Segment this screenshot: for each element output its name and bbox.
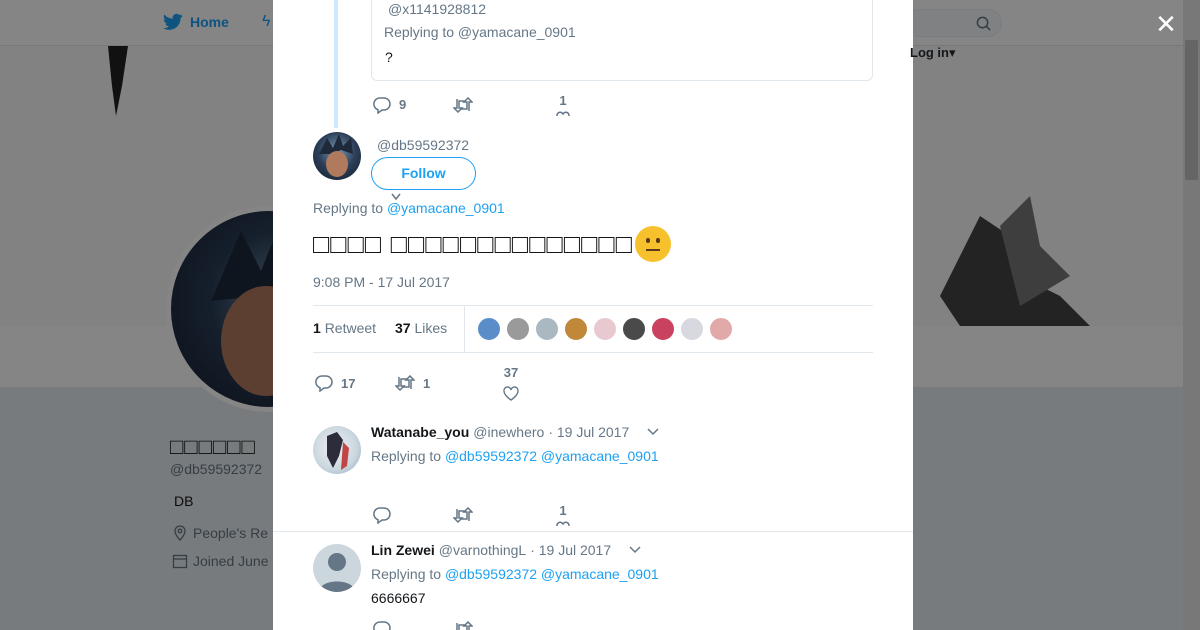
like-count: 1 xyxy=(559,503,567,518)
liker-avatars xyxy=(477,317,733,341)
retweet-button[interactable] xyxy=(453,96,556,113)
avatar-artwork xyxy=(319,134,353,177)
replying-to-link[interactable]: @yamacane_0901 xyxy=(387,200,505,216)
reply-replying-to: Replying to @db59592372 @yamacane_0901 xyxy=(371,566,659,582)
reply-button[interactable]: 9 xyxy=(373,96,453,114)
retweet-count: 1 xyxy=(423,375,431,391)
reply-author-handle[interactable]: @inewhero xyxy=(473,424,544,440)
neutral-face-emoji-icon xyxy=(635,226,672,262)
reply-button[interactable]: 17 xyxy=(315,374,395,392)
liker-avatar[interactable] xyxy=(535,317,559,341)
tweet-timestamp[interactable]: 9:08 PM - 17 Jul 2017 xyxy=(313,274,450,290)
reply-author-handle[interactable]: @varnothingL xyxy=(439,542,526,558)
retweet-stat[interactable]: 1 Retweet xyxy=(313,320,376,336)
follow-button[interactable]: Follow xyxy=(371,157,476,190)
reply-date[interactable]: · 19 Jul 2017 xyxy=(548,424,629,440)
parent-tweet-handle[interactable]: @x1141928812 xyxy=(388,1,486,17)
reply-button[interactable] xyxy=(373,506,453,524)
like-button[interactable]: 1 xyxy=(556,503,570,526)
retweet-icon xyxy=(456,621,473,630)
retweets-label: Retweet xyxy=(324,320,377,336)
retweets-count: 1 xyxy=(313,320,321,336)
avatar-artwork xyxy=(327,432,349,470)
parent-tweet-text: ? xyxy=(385,49,393,65)
tweet-author-avatar[interactable] xyxy=(313,132,361,180)
reply-avatar[interactable] xyxy=(313,544,361,592)
liker-avatar[interactable] xyxy=(680,317,704,341)
reply-avatar[interactable] xyxy=(313,426,361,474)
reply-header: Lin Zewei @varnothingL · 19 Jul 2017 xyxy=(371,542,641,558)
reply-icon xyxy=(373,621,391,630)
retweet-icon xyxy=(453,96,473,113)
login-label: Log in xyxy=(910,45,949,60)
tweet-text-content: □□□□ □□□□□□□□□□□□□□ xyxy=(313,228,634,259)
parent-tweet-card[interactable]: @x1141928812 Replying to @yamacane_0901 … xyxy=(371,0,873,81)
reply-text: 6666667 xyxy=(371,590,426,606)
thread-line xyxy=(334,0,338,128)
heart-icon xyxy=(503,386,519,401)
liker-avatar[interactable] xyxy=(506,317,530,341)
tweet-actions: 17 1 37 xyxy=(315,365,519,401)
retweet-icon xyxy=(453,506,473,523)
like-button[interactable]: 1 xyxy=(556,93,570,116)
heart-icon xyxy=(556,111,570,116)
reply-icon xyxy=(373,506,391,524)
tweet-author-handle[interactable]: @db59592372 xyxy=(377,137,469,153)
likes-stat[interactable]: 37 Likes xyxy=(395,320,447,336)
replying-to-link[interactable]: @db59592372 @yamacane_0901 xyxy=(445,566,659,582)
reply-header: Watanabe_you @inewhero · 19 Jul 2017 xyxy=(371,424,659,440)
liker-avatar[interactable] xyxy=(477,317,501,341)
liker-avatar[interactable] xyxy=(651,317,675,341)
reply-actions xyxy=(373,620,556,630)
like-count: 1 xyxy=(559,93,567,108)
liker-avatar[interactable] xyxy=(622,317,646,341)
replying-prefix: Replying to xyxy=(371,566,442,582)
like-button[interactable]: 37 xyxy=(503,365,519,401)
reply-count: 9 xyxy=(399,97,407,112)
reply-author-name[interactable]: Watanabe_you xyxy=(371,424,469,440)
liker-avatar[interactable] xyxy=(564,317,588,341)
chevron-down-icon[interactable] xyxy=(647,428,659,436)
reply-actions: 1 xyxy=(373,503,570,526)
reply-divider xyxy=(273,531,913,532)
retweet-icon xyxy=(395,375,415,391)
tweet-stats: 1 Retweet 37 Likes xyxy=(313,305,873,353)
reply-button[interactable] xyxy=(373,620,453,630)
tweet-text: □□□□ □□□□□□□□□□□□□□ xyxy=(313,226,672,262)
heart-icon xyxy=(556,521,570,526)
liker-avatar[interactable] xyxy=(709,317,733,341)
likes-label: Likes xyxy=(414,320,448,336)
tweet-replying-to: Replying to @yamacane_0901 xyxy=(313,200,505,216)
reply-replying-to: Replying to @db59592372 @yamacane_0901 xyxy=(371,448,659,464)
like-count: 37 xyxy=(503,365,519,380)
login-dropdown[interactable]: Log in▾ xyxy=(910,45,956,61)
tweet-modal: @x1141928812 Replying to @yamacane_0901 … xyxy=(273,0,913,630)
replying-prefix: Replying to xyxy=(371,448,442,464)
default-avatar-icon xyxy=(319,553,355,592)
reply-icon xyxy=(373,96,391,114)
chevron-down-icon[interactable] xyxy=(629,546,641,554)
close-button[interactable]: ✕ xyxy=(1152,10,1180,38)
reply-author-name[interactable]: Lin Zewei xyxy=(371,542,435,558)
liker-avatar[interactable] xyxy=(593,317,617,341)
retweet-button[interactable]: 1 xyxy=(395,375,503,391)
retweet-button[interactable] xyxy=(453,506,556,523)
parent-tweet-replying: Replying to @yamacane_0901 xyxy=(384,24,576,40)
replying-to-link[interactable]: @db59592372 @yamacane_0901 xyxy=(445,448,659,464)
likes-count: 37 xyxy=(395,320,411,336)
retweet-button[interactable] xyxy=(453,621,556,630)
reply-date[interactable]: · 19 Jul 2017 xyxy=(530,542,611,558)
replying-prefix: Replying to xyxy=(313,200,387,216)
stats-divider xyxy=(464,306,465,352)
parent-tweet-actions: 9 1 xyxy=(373,93,570,116)
reply-icon xyxy=(315,375,333,392)
reply-count: 17 xyxy=(341,375,356,391)
